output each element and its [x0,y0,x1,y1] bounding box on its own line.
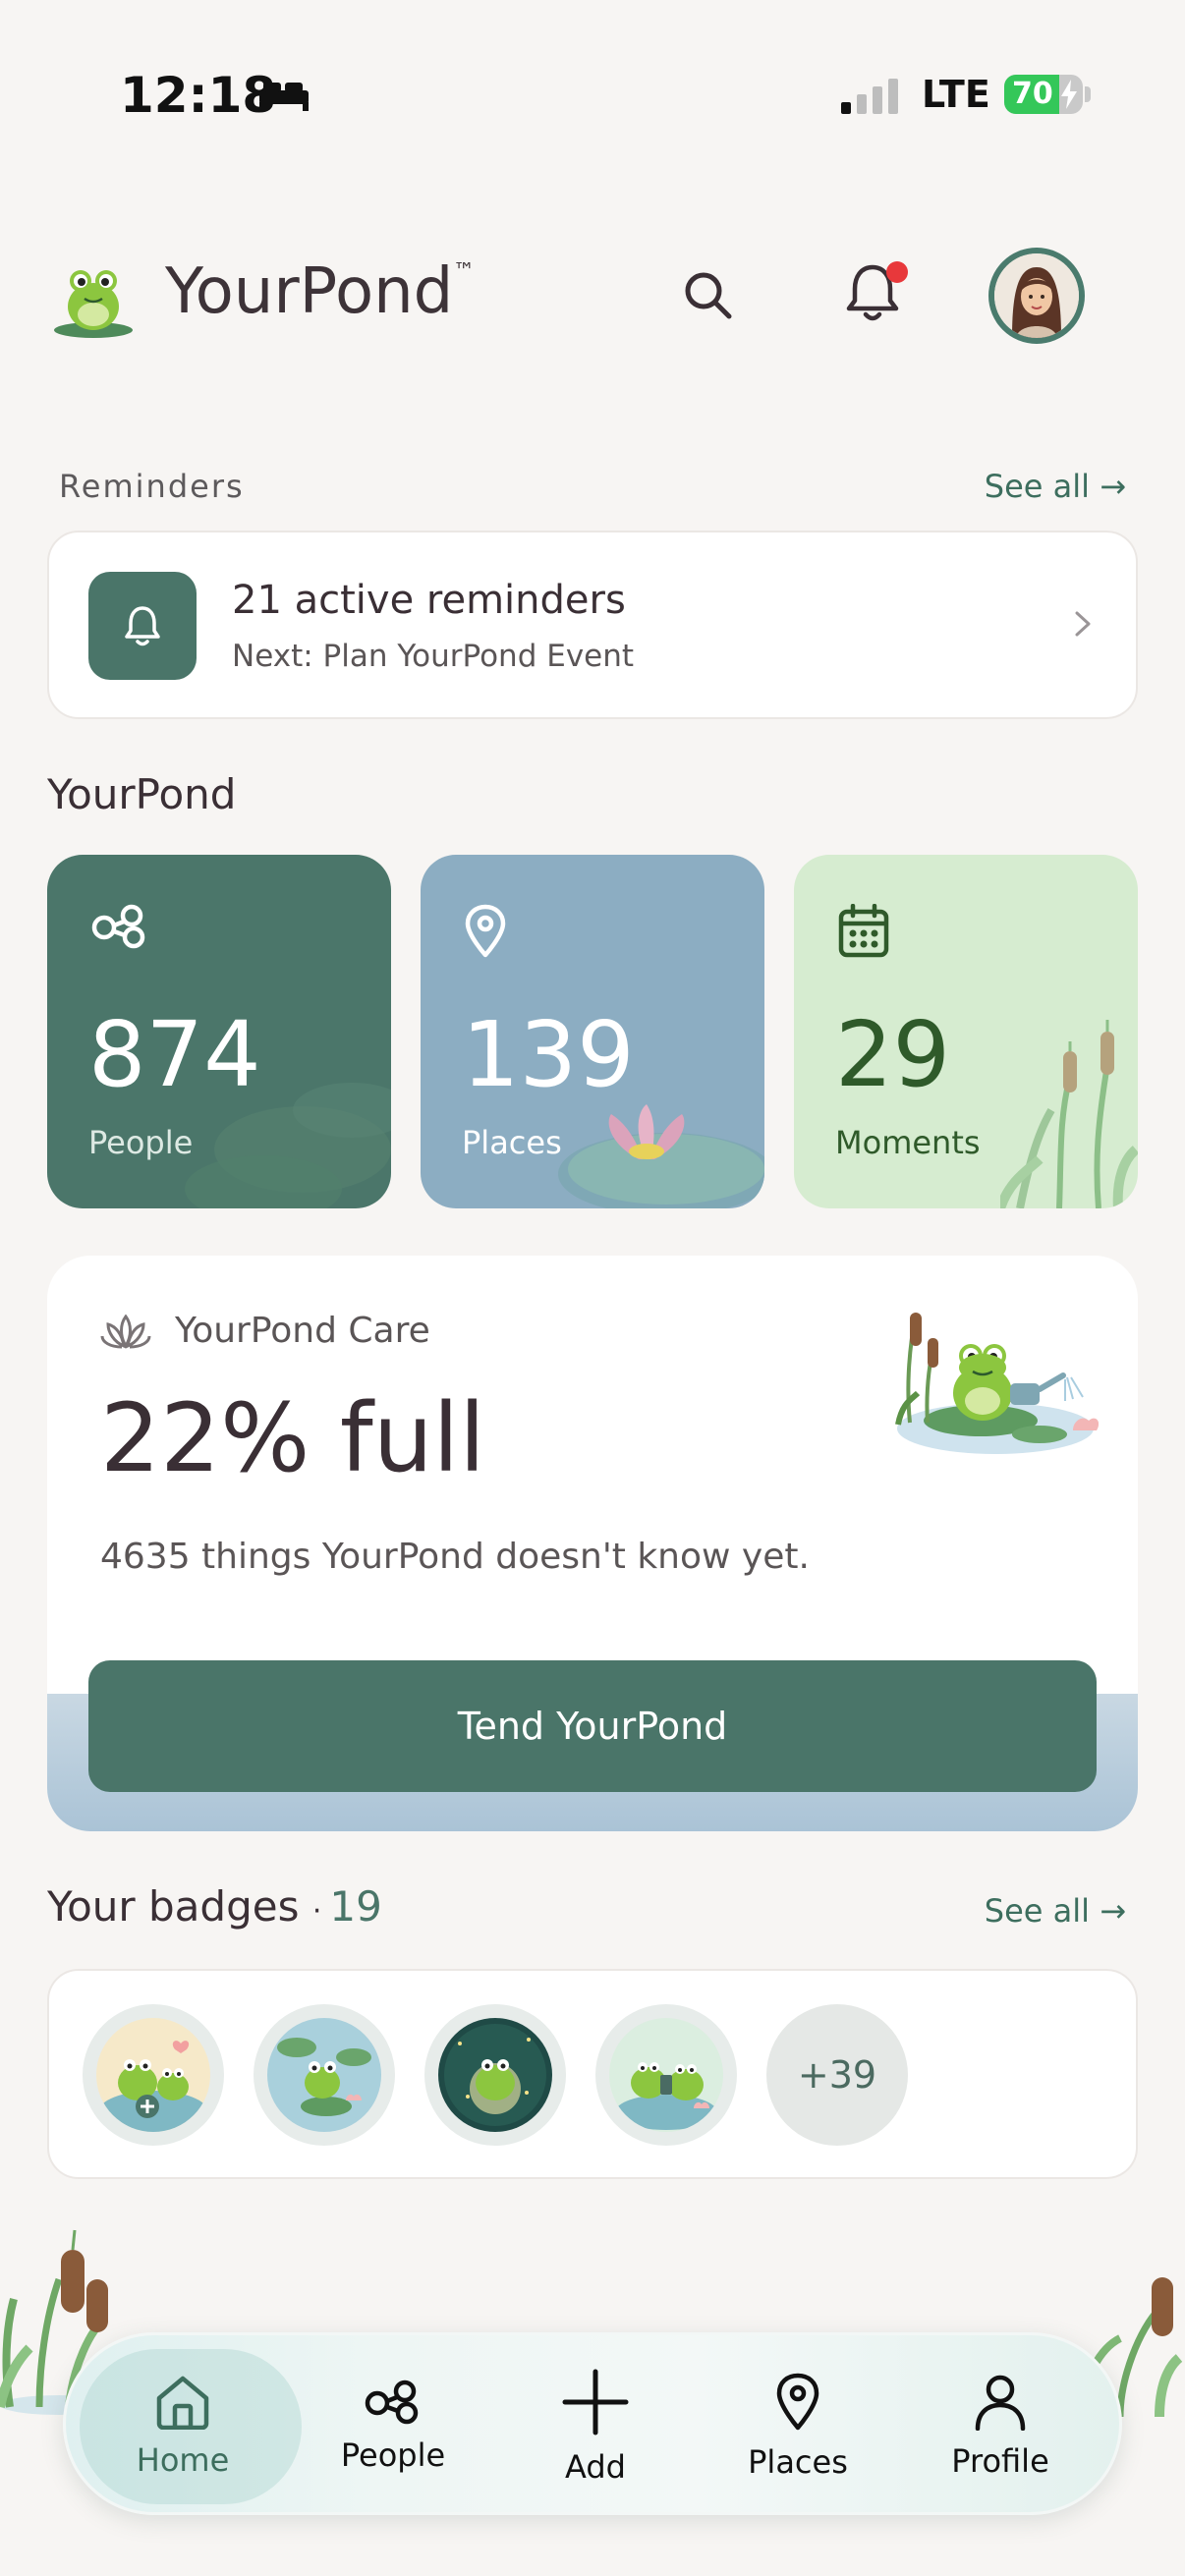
reminder-bell-tile [88,572,197,680]
pond-care-card: YourPond Care 22% full 4635 things YourP… [47,1256,1138,1831]
app-title: YourPond™ [165,255,475,328]
nav-people[interactable]: People [290,2335,496,2518]
badges-count: 19 [329,1882,382,1931]
notifications-button[interactable] [843,261,908,324]
places-stat-card[interactable]: 139 Places [421,855,764,1208]
people-stat-card[interactable]: 874 People [47,855,391,1208]
nav-people-label: People [340,2436,446,2474]
badge-item[interactable] [424,2004,566,2146]
next-reminder-text: Next: Plan YourPond Event [232,639,635,674]
people-icon [365,2380,419,2425]
reminders-see-all-link[interactable]: See all → [985,468,1126,505]
badges-separator: · [311,1894,322,1929]
night-frog-badge-icon [438,2018,552,2132]
frog-logo-icon [54,270,133,338]
lotus-icon [100,1315,151,1349]
pond-section-label: YourPond [47,770,237,818]
places-count: 139 [462,1002,635,1107]
nav-home-label: Home [136,2441,230,2479]
nav-places-label: Places [748,2443,848,2481]
plus-icon [562,2369,629,2436]
care-description: 4635 things YourPond doesn't know yet. [100,1537,810,1577]
person-icon [975,2375,1026,2431]
badges-card: +39 [47,1969,1138,2179]
more-badges-button[interactable]: +39 [766,2004,908,2146]
cattails-decoration [1000,1020,1138,1208]
network-type: LTE [922,73,990,116]
moments-stat-card[interactable]: 29 Moments [794,855,1138,1208]
reminders-section-label: Reminders [59,468,245,505]
badges-see-all-link[interactable]: See all → [985,1892,1126,1930]
badge-item[interactable] [595,2004,737,2146]
cellular-signal-icon [841,79,898,114]
calendar-icon [838,904,889,958]
places-label: Places [462,1124,562,1161]
battery-percent: 70 [1012,77,1053,111]
notification-dot [886,261,908,283]
app-title-text: YourPond [165,255,454,328]
care-label: YourPond Care [175,1311,430,1351]
nav-profile-label: Profile [951,2442,1049,2480]
nav-home[interactable]: Home [80,2335,302,2518]
frog-phone-badge-icon [609,2018,723,2132]
badge-item[interactable] [254,2004,395,2146]
tend-pond-button[interactable]: Tend YourPond [88,1660,1097,1792]
badge-item[interactable] [83,2004,224,2146]
map-pin-icon [465,904,506,958]
avatar-portrait [994,253,1079,338]
app-header: YourPond™ [0,236,1185,354]
people-count: 874 [88,1002,261,1107]
bell-icon [125,606,160,646]
chevron-right-icon [1075,611,1091,637]
nav-profile[interactable]: Profile [897,2335,1103,2518]
frog-friends-badge-icon [96,2018,210,2132]
people-label: People [88,1124,194,1161]
search-icon[interactable] [680,267,735,322]
bottom-navigation: Home People Add Places Profile [63,2332,1122,2515]
charging-bolt-icon [1061,80,1077,109]
moments-label: Moments [835,1124,981,1161]
nav-places[interactable]: Places [695,2335,901,2518]
badges-title: Your badges [47,1882,300,1931]
people-icon [91,904,145,949]
frog-watering-illustration [895,1313,1099,1454]
nav-add-label: Add [565,2448,626,2486]
status-time: 12:18 [120,67,277,124]
sleep-focus-icon [259,83,309,111]
user-avatar[interactable] [988,248,1085,344]
badges-section-label: Your badges · 19 [47,1882,382,1931]
home-icon [156,2376,209,2430]
reminders-count-title: 21 active reminders [232,578,626,623]
nav-add[interactable]: Add [492,2335,699,2518]
lily-pond-badge-icon [267,2018,381,2132]
reminders-card[interactable]: 21 active reminders Next: Plan YourPond … [47,531,1138,719]
battery-indicator: 70 [1004,75,1083,114]
trademark-mark: ™ [453,259,476,284]
care-percent: 22% full [100,1383,485,1493]
status-bar: 12:18 LTE 70 [0,0,1185,196]
map-pin-icon [776,2373,819,2431]
battery-tip [1085,86,1091,102]
moments-count: 29 [835,1002,951,1107]
